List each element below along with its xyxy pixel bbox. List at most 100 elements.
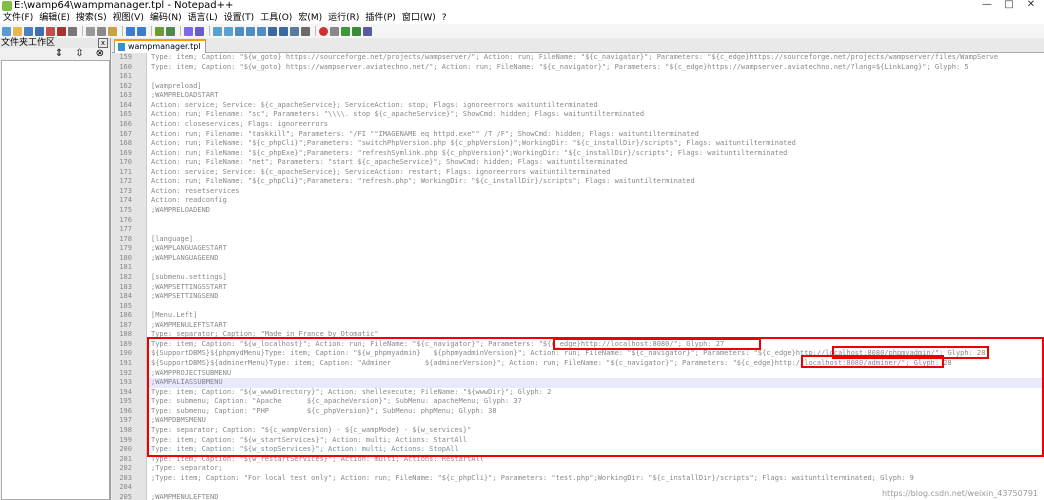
- code-line[interactable]: 169 Action: run; FileName: "${c_phpExe}";…: [119, 149, 1044, 159]
- save-icon[interactable]: [24, 26, 33, 36]
- code-line[interactable]: 202 ;Type: separator;: [119, 464, 1044, 474]
- folder-workspace-icon[interactable]: [290, 26, 299, 36]
- code-line[interactable]: 195 Type: submenu; Caption: "Apache ${c_a…: [119, 397, 1044, 407]
- code-line[interactable]: 161: [119, 72, 1044, 82]
- menu-help[interactable]: ?: [439, 12, 450, 24]
- indent-guide-icon[interactable]: [257, 26, 266, 36]
- sync-scroll-v-icon[interactable]: [213, 26, 222, 36]
- code-line[interactable]: 192 ;WAMPPROJECTSUBMENU: [119, 369, 1044, 379]
- expand-all-icon[interactable]: ⇕: [55, 48, 63, 60]
- close-file-icon[interactable]: [46, 26, 55, 36]
- code-line[interactable]: 178 [language]: [119, 235, 1044, 245]
- zoom-out-icon[interactable]: [195, 26, 204, 36]
- code-line[interactable]: 203 ;Type: item; Caption: "For local test…: [119, 474, 1044, 484]
- code-line[interactable]: 174 Action: readconfig: [119, 196, 1044, 206]
- code-line[interactable]: 187 ;WAMPMENULEFTSTART: [119, 321, 1044, 331]
- redo-icon[interactable]: [137, 26, 146, 36]
- menu-window[interactable]: 窗口(W): [399, 12, 439, 24]
- run-macro-multiple-icon[interactable]: [352, 26, 361, 36]
- code-line[interactable]: 162 [wampreload]: [119, 82, 1044, 92]
- code-line[interactable]: 170 Action: run; FileName: "net"; Paramet…: [119, 158, 1044, 168]
- menu-edit[interactable]: 编辑(E): [36, 12, 73, 24]
- undo-icon[interactable]: [126, 26, 135, 36]
- line-text: Action: run; FileName: "${c_phpCli}";Par…: [151, 177, 695, 186]
- code-line[interactable]: 185: [119, 302, 1044, 312]
- cut-icon[interactable]: [86, 26, 95, 36]
- code-line[interactable]: 188 Type: separator; Caption: "Made in Fr…: [119, 330, 1044, 340]
- maximize-button[interactable]: □: [998, 0, 1020, 12]
- menu-macro[interactable]: 宏(M): [295, 12, 325, 24]
- code-line[interactable]: 194 Type: item; Caption: "${w_wwwDirector…: [119, 388, 1044, 398]
- code-line[interactable]: 193 ;WAMPALIASSUBMENU: [119, 378, 1044, 388]
- code-line[interactable]: 168 Action: run; FileName: "${c_phpCli}";…: [119, 139, 1044, 149]
- code-line[interactable]: 159 Type: item; Caption: "${w_goto} https…: [119, 53, 1044, 63]
- code-line[interactable]: 183 ;WAMPSETTINGSSTART: [119, 283, 1044, 293]
- close-all-icon[interactable]: [57, 26, 66, 36]
- code-line[interactable]: 201 Type: item; Caption: "${w_restartServ…: [119, 455, 1044, 465]
- menu-run[interactable]: 运行(R): [325, 12, 362, 24]
- code-line[interactable]: 167 Action: run; Filename: "taskkill"; Pa…: [119, 130, 1044, 140]
- menu-view[interactable]: 视图(V): [110, 12, 147, 24]
- print-icon[interactable]: [68, 26, 77, 36]
- code-line[interactable]: 173 Action: resetservices: [119, 187, 1044, 197]
- replace-icon[interactable]: [166, 26, 175, 36]
- code-line[interactable]: 171 Action: service; Service: ${c_apacheS…: [119, 168, 1044, 178]
- code-line[interactable]: 198 Type: separator; Caption: "${c_wampVe…: [119, 426, 1044, 436]
- tab-wampmanager[interactable]: wampmanager.tpl: [114, 39, 206, 54]
- sync-scroll-h-icon[interactable]: [224, 26, 233, 36]
- code-line[interactable]: 165 Action: run; Filename: "sc"; Paramete…: [119, 110, 1044, 120]
- code-line[interactable]: 177: [119, 225, 1044, 235]
- code-line[interactable]: 200 Type: item; Caption: "${w_stopService…: [119, 445, 1044, 455]
- code-line[interactable]: 160 Type: item; Caption: "${w_goto} https…: [119, 63, 1044, 73]
- code-line[interactable]: 184 ;WAMPSETTINGSEND: [119, 292, 1044, 302]
- find-icon[interactable]: [155, 26, 164, 36]
- record-macro-icon[interactable]: [319, 26, 328, 36]
- doc-map-icon[interactable]: [268, 26, 277, 36]
- menu-search[interactable]: 搜索(S): [73, 12, 110, 24]
- paste-icon[interactable]: [108, 26, 117, 36]
- code-line[interactable]: 175 ;WAMPRELOADEND: [119, 206, 1044, 216]
- show-all-chars-icon[interactable]: [246, 26, 255, 36]
- save-macro-icon[interactable]: [363, 26, 372, 36]
- code-line[interactable]: 186 [Menu.Left]: [119, 311, 1044, 321]
- code-line[interactable]: 199 Type: item; Caption: "${w_startServic…: [119, 436, 1044, 446]
- open-file-icon[interactable]: [13, 26, 22, 36]
- function-list-icon[interactable]: [279, 26, 288, 36]
- code-line[interactable]: 189 Type: item; Caption: "${w_localhost}"…: [119, 340, 1044, 350]
- code-line[interactable]: 181: [119, 263, 1044, 273]
- new-file-icon[interactable]: [2, 26, 11, 36]
- code-line[interactable]: 180 ;WAMPLANGUAGEEND: [119, 254, 1044, 264]
- collapse-all-icon[interactable]: ⇳: [75, 48, 83, 60]
- menu-language[interactable]: 语言(L): [185, 12, 221, 24]
- word-wrap-icon[interactable]: [235, 26, 244, 36]
- menu-settings[interactable]: 设置(T): [221, 12, 258, 24]
- code-line[interactable]: 166 Action: closeservices; Flags: ignoree…: [119, 120, 1044, 130]
- code-editor[interactable]: 159 Type: item; Caption: "${w_goto} https…: [112, 53, 1044, 500]
- code-line[interactable]: 164 Action: service; Service: ${c_apacheS…: [119, 101, 1044, 111]
- menu-plugins[interactable]: 插件(P): [362, 12, 398, 24]
- menu-file[interactable]: 文件(F): [0, 12, 36, 24]
- code-area[interactable]: 159 Type: item; Caption: "${w_goto} https…: [119, 53, 1044, 500]
- play-macro-icon[interactable]: [341, 26, 350, 36]
- save-all-icon[interactable]: [35, 26, 44, 36]
- zoom-in-icon[interactable]: [184, 26, 193, 36]
- folder-tree[interactable]: [1, 60, 110, 500]
- code-line[interactable]: 172 Action: run; FileName: "${c_phpCli}";…: [119, 177, 1044, 187]
- close-button[interactable]: ✕: [1020, 0, 1042, 12]
- locate-file-icon[interactable]: ⊗: [96, 48, 104, 60]
- code-line[interactable]: 190 ${SupportDBMS}${phpmydMenu}Type: item…: [119, 349, 1044, 359]
- stop-record-icon[interactable]: [330, 26, 339, 36]
- copy-icon[interactable]: [97, 26, 106, 36]
- code-line[interactable]: 179 ;WAMPLANGUAGESTART: [119, 244, 1044, 254]
- code-line[interactable]: 191 ${SupportDBMS}${adminerMenu}Type: ite…: [119, 359, 1044, 369]
- code-line[interactable]: 197 ;WAMPDBMSMENU: [119, 416, 1044, 426]
- menu-encoding[interactable]: 编码(N): [147, 12, 185, 24]
- minimize-button[interactable]: —: [976, 0, 998, 12]
- code-line[interactable]: 163 ;WAMPRELOADSTART: [119, 91, 1044, 101]
- code-line[interactable]: 182 [submenu.settings]: [119, 273, 1044, 283]
- menu-tools[interactable]: 工具(O): [257, 12, 295, 24]
- code-line[interactable]: 176: [119, 216, 1044, 226]
- panel-close-button[interactable]: x: [98, 38, 108, 48]
- code-line[interactable]: 196 Type: submenu; Caption: "PHP ${c_phpV…: [119, 407, 1044, 417]
- monitoring-icon[interactable]: [301, 26, 310, 36]
